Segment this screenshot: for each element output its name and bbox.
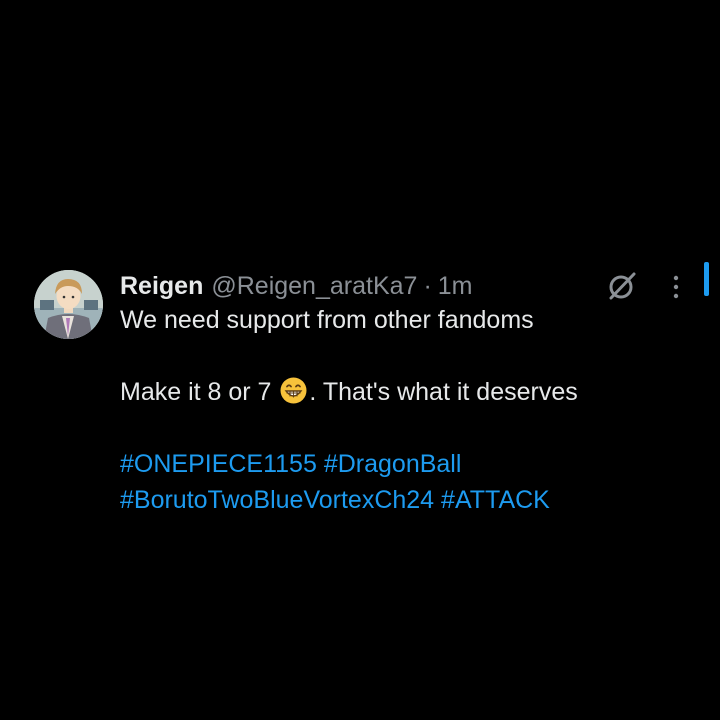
- author-name[interactable]: Reigen: [120, 272, 203, 301]
- tweet-text-line-2: Make it 8 or 7 . That's what it deserves: [120, 374, 700, 410]
- grok-icon[interactable]: [607, 271, 637, 301]
- hashtag-dragonball[interactable]: #DragonBall: [324, 450, 462, 478]
- hashtag-attack[interactable]: #ATTACK: [441, 486, 550, 514]
- line-break: [120, 410, 700, 446]
- line-break: [120, 338, 700, 374]
- grinning-emoji-icon: [280, 377, 307, 404]
- avatar-image: [34, 270, 103, 339]
- tweet-text-after-emoji: . That's what it deserves: [309, 378, 578, 406]
- hashtag-line-2: #BorutoTwoBlueVortexCh24 #ATTACK: [120, 482, 700, 518]
- tweet-header: Reigen @Reigen_aratKa7 · 1m: [120, 268, 473, 304]
- tweet[interactable]: Reigen @Reigen_aratKa7 · 1m We need supp…: [34, 262, 720, 524]
- tweet-text-before-emoji: Make it 8 or 7: [120, 378, 272, 406]
- timestamp[interactable]: 1m: [438, 272, 473, 301]
- avatar[interactable]: [34, 270, 103, 339]
- hashtag-boruto[interactable]: #BorutoTwoBlueVortexCh24: [120, 486, 434, 514]
- separator-dot: ·: [423, 271, 432, 300]
- author-handle[interactable]: @Reigen_aratKa7: [211, 272, 417, 301]
- hashtag-onepiece[interactable]: #ONEPIECE1155: [120, 450, 317, 478]
- tweet-text: We need support from other fandoms Make …: [120, 302, 700, 518]
- scroll-indicator: [704, 262, 709, 296]
- hashtag-line-1: #ONEPIECE1155 #DragonBall: [120, 446, 700, 482]
- more-options-icon[interactable]: [670, 274, 682, 300]
- tweet-text-line-1: We need support from other fandoms: [120, 306, 534, 334]
